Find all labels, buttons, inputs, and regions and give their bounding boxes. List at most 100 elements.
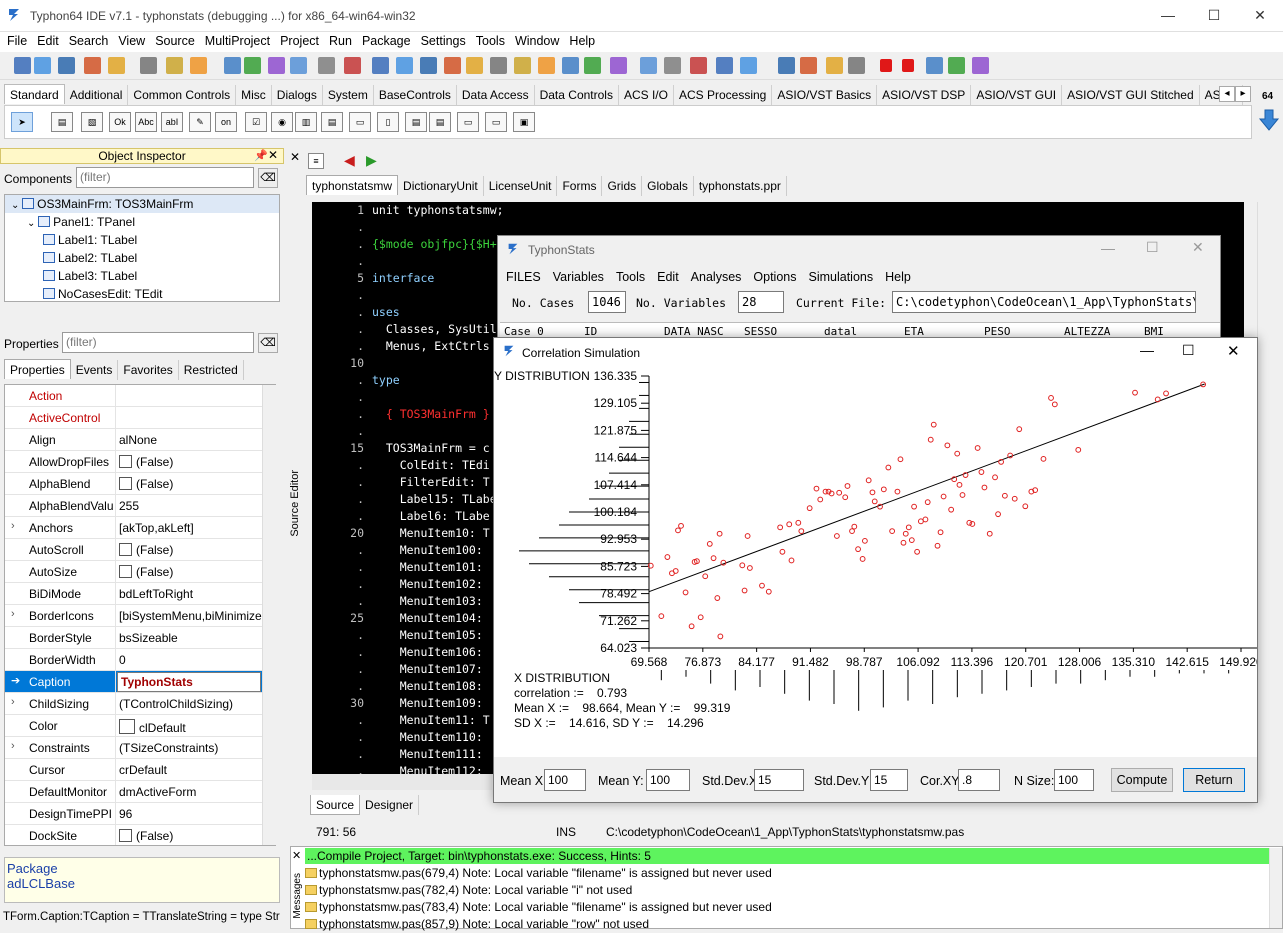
toolbar-tool-37-icon[interactable] — [926, 57, 943, 74]
toolbar-tool-29-icon[interactable] — [716, 57, 733, 74]
property-grid-scrollbar[interactable] — [262, 385, 276, 845]
editor-tab-5[interactable]: Globals — [642, 176, 694, 196]
palette-tab-9[interactable]: ACS I/O — [619, 85, 674, 105]
menu-item-run[interactable]: Run — [324, 32, 357, 50]
palette-tab-7[interactable]: Data Access — [457, 85, 535, 105]
close-inspector-icon[interactable]: ✕ — [268, 148, 278, 162]
palette-component-10-icon[interactable]: ◉ — [271, 112, 293, 132]
editor-tab-0[interactable]: typhonstatsmw — [306, 175, 399, 195]
toolbar-tool-10-icon[interactable] — [244, 57, 261, 74]
palette-component-2-icon[interactable]: ▤ — [51, 112, 73, 132]
toolbar-tool-35-icon[interactable] — [880, 59, 892, 72]
palette-tab-4[interactable]: Dialogs — [272, 85, 323, 105]
message-item[interactable]: typhonstatsmw.pas(782,4) Note: Local var… — [305, 882, 632, 899]
expand-property-icon[interactable]: › — [11, 696, 15, 708]
ts-menu-files[interactable]: FILES — [500, 268, 547, 286]
clear-property-filter-icon[interactable]: ⌫ — [258, 333, 278, 353]
palette-tab-0[interactable]: Standard — [4, 84, 65, 104]
palette-tab-5[interactable]: System — [323, 85, 374, 105]
compute-button[interactable]: Compute — [1111, 768, 1173, 792]
components-filter-input[interactable]: (filter) — [76, 167, 254, 188]
close-messages-icon[interactable]: ✕ — [292, 849, 301, 862]
palette-component-6-icon[interactable]: abI — [161, 112, 183, 132]
toolbar-tool-24-icon[interactable] — [584, 57, 601, 74]
no-cases-field[interactable]: 1046 — [588, 291, 626, 313]
palette-tab-12[interactable]: ASIO/VST DSP — [877, 85, 972, 105]
toolbar-tool-26-icon[interactable] — [640, 57, 657, 74]
menu-item-package[interactable]: Package — [357, 32, 416, 50]
param-input[interactable]: 15 — [870, 769, 908, 791]
editor-tab-3[interactable]: Forms — [557, 176, 603, 196]
menu-item-multiproject[interactable]: MultiProject — [200, 32, 275, 50]
toolbar-tool-33-icon[interactable] — [826, 57, 843, 74]
forward-arrow-icon[interactable]: ▶ — [366, 152, 377, 169]
tree-expand-icon[interactable]: ⌄ — [11, 200, 22, 211]
messages-scrollbar[interactable] — [1269, 848, 1282, 928]
property-row[interactable]: Color clDefault — [5, 715, 275, 737]
maximize-button[interactable]: ☐ — [1191, 0, 1237, 30]
current-file-field[interactable]: C:\codetyphon\CodeOcean\1_App\TyphonStat… — [892, 291, 1196, 313]
property-checkbox[interactable] — [119, 829, 132, 842]
property-value[interactable]: [akTop,akLeft] — [119, 521, 194, 535]
param-input[interactable]: .8 — [958, 769, 1000, 791]
property-row[interactable]: AutoSize (False) — [5, 561, 275, 583]
menu-item-tools[interactable]: Tools — [471, 32, 510, 50]
property-value[interactable]: clDefault — [119, 719, 186, 735]
toolbar-tool-12-icon[interactable] — [290, 57, 307, 74]
palette-tab-1[interactable]: Additional — [65, 85, 129, 105]
property-row[interactable]: AlphaBlendValu 255 — [5, 495, 275, 517]
palette-component-3-icon[interactable]: ▧ — [81, 112, 103, 132]
palette-component-18-icon[interactable]: ▭ — [485, 112, 507, 132]
toolbar-tool-9-icon[interactable] — [224, 57, 241, 74]
property-value[interactable]: (TControlChildSizing) — [119, 697, 233, 711]
ts-close-button[interactable]: ✕ — [1192, 239, 1204, 256]
toolbar-tool-4-icon[interactable] — [84, 57, 101, 74]
palette-component-8-icon[interactable]: on — [215, 112, 237, 132]
toolbar-tool-25-icon[interactable] — [610, 57, 627, 74]
palette-component-16-icon[interactable]: ▤ — [429, 112, 451, 132]
property-value[interactable]: (False) — [119, 455, 173, 469]
cs-minimize-button[interactable]: — — [1140, 342, 1154, 358]
param-input[interactable]: 100 — [646, 769, 690, 791]
editor-tab-6[interactable]: typhonstats.ppr — [694, 176, 787, 196]
toolbar-tool-32-icon[interactable] — [800, 57, 817, 74]
property-row[interactable]: BiDiMode bdLeftToRight — [5, 583, 275, 605]
property-value[interactable]: [biSystemMenu,biMinimize — [119, 609, 262, 623]
toolbar-tool-8-icon[interactable] — [190, 57, 207, 74]
palette-tab-8[interactable]: Data Controls — [535, 85, 619, 105]
toolbar-tool-36-icon[interactable] — [902, 59, 914, 72]
property-checkbox[interactable] — [119, 455, 132, 468]
tree-node[interactable]: Label1: TLabel — [5, 231, 279, 249]
bottom-tab-source[interactable]: Source — [310, 795, 361, 815]
property-row[interactable]: ➔ Caption TyphonStats — [5, 671, 275, 693]
palette-tab-2[interactable]: Common Controls — [128, 85, 237, 105]
palette-component-11-icon[interactable]: ▥ — [295, 112, 317, 132]
palette-component-5-icon[interactable]: Abc — [135, 112, 157, 132]
tree-node[interactable]: Label2: TLabel — [5, 249, 279, 267]
property-value[interactable]: (False) — [119, 565, 173, 579]
property-value[interactable]: (TSizeConstraints) — [119, 741, 218, 755]
palette-component-1-icon[interactable]: ➤ — [11, 112, 33, 132]
jump-list-icon[interactable]: ≡ — [308, 153, 324, 169]
ts-minimize-button[interactable]: — — [1101, 240, 1115, 256]
toolbar-tool-19-icon[interactable] — [466, 57, 483, 74]
palette-tab-14[interactable]: ASIO/VST GUI Stitched — [1062, 85, 1200, 105]
toolbar-tool-22-icon[interactable] — [538, 57, 555, 74]
palette-tab-3[interactable]: Misc — [236, 85, 272, 105]
tree-node[interactable]: NoCasesEdit: TEdit — [5, 285, 279, 301]
ts-menu-edit[interactable]: Edit — [651, 268, 685, 286]
menu-item-source[interactable]: Source — [150, 32, 200, 50]
color-swatch[interactable] — [119, 719, 135, 734]
palette-component-17-icon[interactable]: ▭ — [457, 112, 479, 132]
palette-component-12-icon[interactable]: ▤ — [321, 112, 343, 132]
tree-expand-icon[interactable]: ⌄ — [27, 218, 38, 229]
property-value[interactable]: (False) — [119, 829, 173, 843]
palette-component-14-icon[interactable]: ▯ — [377, 112, 399, 132]
property-value[interactable]: 96 — [119, 807, 132, 821]
toolbar-tool-17-icon[interactable] — [420, 57, 437, 74]
toolbar-tool-5-icon[interactable] — [108, 57, 125, 74]
palette-component-7-icon[interactable]: ✎ — [189, 112, 211, 132]
tree-node[interactable]: ⌄ Panel1: TPanel — [5, 213, 279, 231]
tree-node[interactable]: Label3: TLabel — [5, 267, 279, 285]
property-value[interactable]: bsSizeable — [119, 631, 178, 645]
